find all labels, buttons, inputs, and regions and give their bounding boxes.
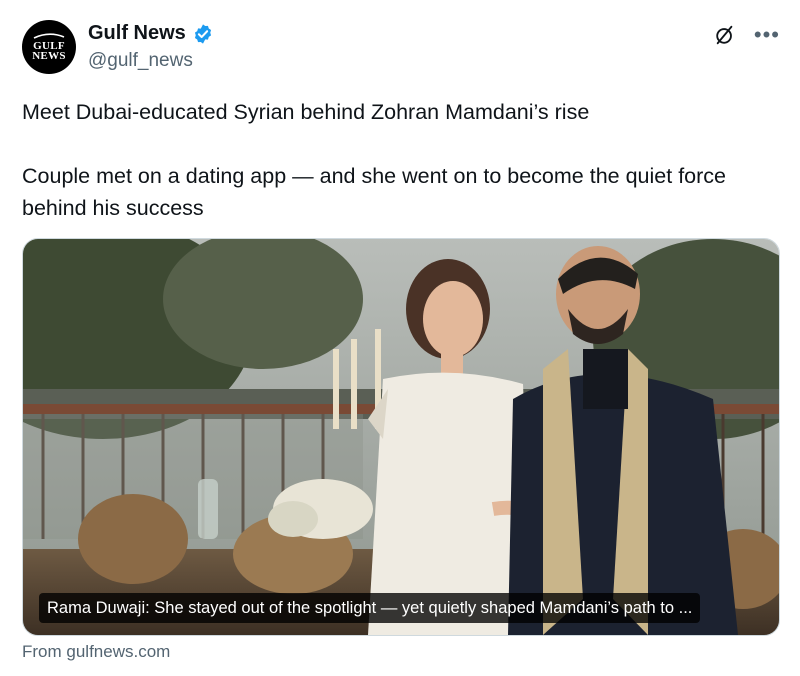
link-card[interactable]: Rama Duwaji: She stayed out of the spotl… [22,238,780,636]
card-caption[interactable]: Rama Duwaji: She stayed out of the spotl… [39,593,701,623]
article-photo [23,239,779,635]
card-source-domain[interactable]: From gulfnews.com [22,642,170,662]
verified-badge-icon [194,23,211,44]
author-name-row: Gulf News [88,22,214,45]
tweet-top-actions: ••• [714,24,780,46]
avatar[interactable]: GULF NEWS [22,20,76,74]
grok-icon[interactable] [714,24,736,46]
tweet-text-line1: Meet Dubai-educated Syrian behind Zohran… [22,100,590,124]
author-display-name[interactable]: Gulf News [88,22,186,45]
more-options-icon[interactable]: ••• [754,24,780,46]
tweet-text: Meet Dubai-educated Syrian behind Zohran… [22,96,762,224]
gulf-news-logo-swoosh [33,33,65,39]
tweet-text-line2: Couple met on a dating app — and she wen… [22,164,726,220]
avatar-logo-text-line2: NEWS [32,50,66,62]
author-handle[interactable]: @gulf_news [88,50,193,72]
